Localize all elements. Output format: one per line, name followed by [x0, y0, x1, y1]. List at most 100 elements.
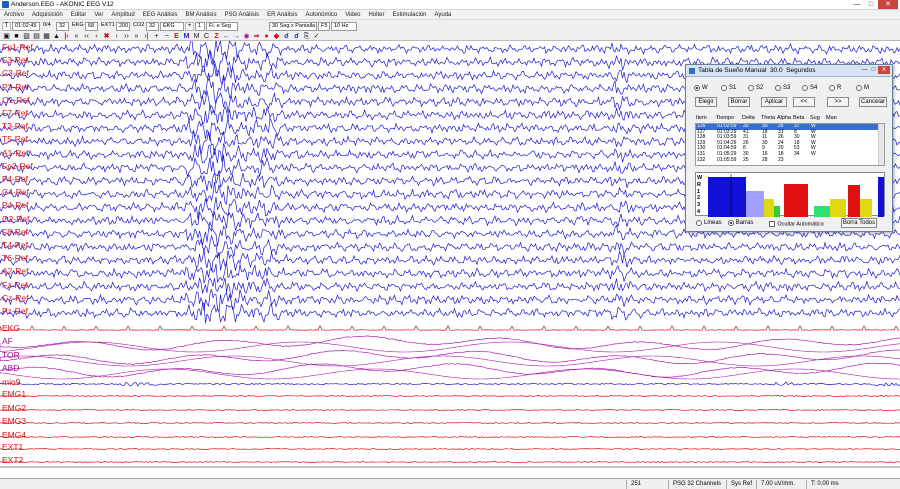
time-field[interactable]: 01:02:45	[12, 21, 40, 31]
stage-option-r[interactable]: R	[829, 85, 856, 91]
print-icon[interactable]: ▤	[32, 32, 41, 41]
montage-icon[interactable]: M	[192, 32, 201, 41]
step-forward-icon[interactable]: ›	[112, 32, 121, 41]
seconds-per-screen[interactable]: 30 Seg.x Pantalla	[269, 21, 317, 31]
stop-icon[interactable]: ✖	[102, 32, 111, 41]
screen-icon[interactable]: ▣	[2, 32, 11, 41]
stage-option-s3[interactable]: S3	[775, 85, 802, 91]
lines-radio[interactable]	[696, 220, 702, 226]
channel-label[interactable]: Fp1-Ref	[2, 43, 33, 52]
channel-label[interactable]: EMG4	[2, 431, 26, 440]
minimize-icon[interactable]: —	[850, 0, 864, 9]
prev-button[interactable]: <<	[793, 97, 815, 107]
next-button[interactable]: >>	[827, 97, 849, 107]
copy-icon[interactable]: ⎘	[302, 32, 311, 41]
field5-num[interactable]: 32	[146, 21, 159, 31]
maximize-icon[interactable]: □	[864, 0, 878, 9]
target-icon[interactable]: ◉	[242, 32, 251, 41]
step-back-icon[interactable]: ‹	[92, 32, 101, 41]
arrow-left-icon[interactable]: ←	[222, 32, 231, 41]
menu-item[interactable]: Archivo	[0, 12, 28, 18]
bars-option[interactable]: Barras	[727, 220, 753, 228]
menu-item[interactable]: BM Análisis	[181, 12, 220, 18]
stage-radio[interactable]	[748, 85, 754, 91]
stage-option-s1[interactable]: S1	[721, 85, 748, 91]
channel-label[interactable]: C4-Ref	[2, 188, 29, 197]
channel-label[interactable]: T3-Ref	[2, 122, 28, 131]
marker-icon[interactable]: ▲	[52, 32, 61, 41]
borrar-button[interactable]: Borrar	[728, 97, 750, 107]
link-icon[interactable]: ⇒	[252, 32, 261, 41]
menu-item[interactable]: Adquisición	[28, 12, 67, 18]
channel-label[interactable]: T5-Ref	[2, 135, 28, 144]
menu-item[interactable]: Amplitud	[107, 12, 138, 18]
event-e-icon[interactable]: E	[172, 32, 181, 41]
forward-fast-icon[interactable]: »	[132, 32, 141, 41]
channel-label[interactable]: ABD	[2, 364, 19, 373]
record-icon[interactable]: ●	[262, 32, 271, 41]
zoom-z-icon[interactable]: Z	[212, 32, 221, 41]
stepper-plus-button[interactable]: +	[185, 21, 194, 31]
channel-label[interactable]: F8-Ref	[2, 227, 28, 237]
cancel-button[interactable]: Cancelar	[859, 97, 887, 107]
f5-field[interactable]: F5	[318, 21, 330, 31]
menu-item[interactable]: Autonómico	[302, 12, 342, 18]
forward-icon[interactable]: ››	[122, 32, 131, 41]
stage-option-s2[interactable]: S2	[748, 85, 775, 91]
stage-radio[interactable]	[775, 85, 781, 91]
filter-select[interactable]: Fi. e Seg	[206, 21, 238, 31]
channel-label[interactable]: F4-Ref	[2, 175, 28, 184]
menu-item[interactable]: PSG Análisis	[220, 12, 263, 18]
image-icon[interactable]: ■	[12, 32, 21, 41]
menu-item[interactable]: Holter	[364, 12, 388, 18]
plus-icon[interactable]: +	[152, 32, 161, 41]
calibration-icon[interactable]: C	[202, 32, 211, 41]
close-icon[interactable]: ✕	[878, 0, 898, 9]
auto-hide-checkbox[interactable]	[769, 220, 776, 227]
channel-label[interactable]: EMG1	[2, 390, 26, 399]
table-row[interactable]: 132 01:05:59 25 28 23	[696, 157, 884, 164]
dialog-title-bar[interactable]: Tabla de Sueño Manual 30.0 Segundos — □ …	[686, 65, 892, 77]
check-icon[interactable]: ✓	[312, 32, 321, 41]
dialog-close-icon[interactable]: ✕	[878, 66, 890, 74]
channel-label[interactable]: C3-Ref	[2, 69, 29, 78]
channel-label[interactable]: T4-Ref	[2, 241, 28, 250]
auto-hide-option[interactable]: Ocultar Automático	[769, 220, 824, 227]
channel-label[interactable]: Fp2-Ref	[2, 161, 33, 171]
channel-label[interactable]: P3-Ref	[2, 82, 28, 92]
rewind-fast-icon[interactable]: «	[72, 32, 81, 41]
stage-radio[interactable]	[802, 85, 808, 91]
channel-label[interactable]: EXT2	[2, 456, 23, 465]
stage-option-s4[interactable]: S4	[802, 85, 829, 91]
channel-label[interactable]: O1-Ref	[2, 95, 29, 105]
rewind-icon[interactable]: ‹‹	[82, 32, 91, 41]
stage-radio[interactable]	[694, 85, 700, 91]
list-scrollbar[interactable]	[878, 124, 884, 165]
channel-label[interactable]: O2-Ref	[2, 214, 29, 224]
channel-label[interactable]: EKG	[2, 324, 20, 333]
menu-item[interactable]: Video	[341, 12, 364, 18]
arrow-right-icon[interactable]: →	[232, 32, 241, 41]
menu-item[interactable]: EEG Análisis	[139, 12, 182, 18]
save-icon[interactable]: ▧	[22, 32, 31, 41]
channel-label[interactable]: AF	[2, 337, 13, 346]
stage-option-w[interactable]: W	[694, 85, 721, 91]
field4-num[interactable]: 200	[116, 21, 130, 31]
zoom-out-icon[interactable]: ☌	[292, 32, 301, 41]
field3-num[interactable]: 68	[85, 21, 98, 31]
stage-radio[interactable]	[829, 85, 835, 91]
channel-label[interactable]: F7-Ref	[2, 109, 28, 118]
menu-item[interactable]: Ayuda	[430, 12, 455, 18]
channel-label[interactable]: T6-Ref	[2, 254, 28, 263]
channel-label[interactable]: TOR	[2, 351, 20, 360]
aplicar-button[interactable]: Aplicar	[761, 97, 787, 107]
channel-label[interactable]: Pz-Ref	[2, 307, 28, 316]
channel-label[interactable]: A1-Ref	[2, 148, 28, 158]
stage-radio[interactable]	[856, 85, 862, 91]
menu-item[interactable]: Ver	[90, 12, 107, 18]
channel-label[interactable]: F3-Ref	[2, 56, 28, 65]
channel-label[interactable]: P4-Ref	[2, 201, 28, 210]
elegir-button[interactable]: Elegir	[695, 97, 717, 107]
last-page-icon[interactable]: ›|	[142, 32, 151, 41]
menu-item[interactable]: Editar	[67, 12, 91, 18]
